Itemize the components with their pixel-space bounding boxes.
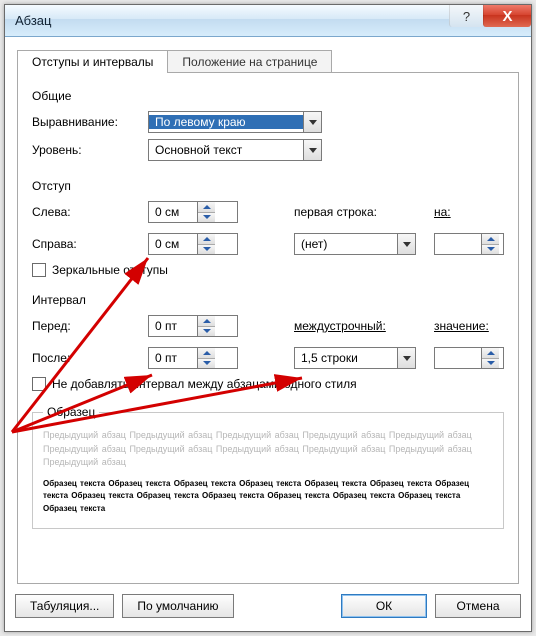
tabs-button[interactable]: Табуляция... (15, 594, 114, 618)
arrow-up-icon (203, 237, 211, 241)
spin-down-button[interactable] (482, 244, 499, 255)
spin-up-button[interactable] (198, 202, 215, 212)
client-area: Отступы и интервалы Положение на страниц… (13, 45, 523, 583)
dialog-window: Абзац ? X Отступы и интервалы Положение … (4, 4, 532, 632)
cancel-button[interactable]: Отмена (435, 594, 521, 618)
indent-right-spinner[interactable]: 0 см (148, 233, 238, 255)
by-spinner[interactable] (434, 233, 504, 255)
noadd-label: Не добавлять интервал между абзацами одн… (52, 377, 357, 391)
tab-indents[interactable]: Отступы и интервалы (17, 50, 168, 73)
default-button[interactable]: По умолчанию (122, 594, 233, 618)
value-spinner[interactable] (434, 347, 504, 369)
help-icon: ? (463, 9, 470, 24)
by-label: на: (434, 205, 504, 219)
after-value[interactable]: 0 пт (149, 348, 197, 368)
after-spinner[interactable]: 0 пт (148, 347, 238, 369)
indent-right-label: Справа: (32, 237, 148, 251)
titlebar[interactable]: Абзац ? X (5, 5, 531, 37)
line-value: 1,5 строки (295, 351, 397, 365)
arrow-down-icon (203, 361, 211, 365)
preview-grey-text: Предыдущий абзац Предыдущий абзац Предыд… (43, 429, 493, 470)
arrow-down-icon (487, 361, 495, 365)
spin-down-button[interactable] (198, 244, 215, 255)
spin-down-button[interactable] (198, 358, 215, 369)
spin-up-button[interactable] (482, 234, 499, 244)
line-combo[interactable]: 1,5 строки (294, 347, 416, 369)
checkbox-box-icon (32, 263, 46, 277)
firstline-value: (нет) (295, 237, 397, 251)
chevron-down-icon (309, 120, 317, 125)
alignment-label: Выравнивание: (32, 115, 148, 129)
value-label: значение: (434, 319, 504, 333)
chevron-down-icon (403, 242, 411, 247)
level-label: Уровень: (32, 143, 148, 157)
before-label: Перед: (32, 319, 148, 333)
help-button[interactable]: ? (449, 5, 483, 27)
arrow-down-icon (203, 329, 211, 333)
value-value[interactable] (435, 348, 481, 368)
chevron-down-icon (309, 148, 317, 153)
firstline-dropdown-button[interactable] (397, 234, 415, 254)
alignment-combo[interactable]: По левому краю (148, 111, 322, 133)
arrow-up-icon (203, 351, 211, 355)
indent-left-spinner[interactable]: 0 см (148, 201, 238, 223)
preview-black-text: Образец текста Образец текста Образец те… (43, 478, 493, 516)
tab-position[interactable]: Положение на странице (167, 50, 332, 73)
spin-up-button[interactable] (482, 348, 499, 358)
window-buttons: ? X (449, 5, 531, 27)
arrow-down-icon (487, 247, 495, 251)
tab-strip: Отступы и интервалы Положение на страниц… (17, 49, 523, 72)
noadd-checkbox[interactable]: Не добавлять интервал между абзацами одн… (32, 377, 504, 391)
window-title: Абзац (15, 13, 51, 28)
arrow-down-icon (203, 247, 211, 251)
line-dropdown-button[interactable] (397, 348, 415, 368)
arrow-up-icon (487, 237, 495, 241)
checkbox-box-icon (32, 377, 46, 391)
arrow-up-icon (487, 351, 495, 355)
dialog-footer: Табуляция... По умолчанию ОК Отмена (15, 591, 521, 621)
before-spinner[interactable]: 0 пт (148, 315, 238, 337)
level-value: Основной текст (149, 143, 303, 157)
line-label: междустрочный: (294, 319, 434, 333)
indent-left-label: Слева: (32, 205, 148, 219)
section-spacing: Интервал (32, 293, 504, 307)
mirror-checkbox[interactable]: Зеркальные отступы (32, 263, 504, 277)
preview-legend: Образец (43, 405, 99, 419)
alignment-dropdown-button[interactable] (303, 112, 321, 132)
preview-fieldset: Образец Предыдущий абзац Предыдущий абза… (32, 405, 504, 529)
after-label: После: (32, 351, 148, 365)
close-icon: X (502, 8, 512, 25)
indent-left-value[interactable]: 0 см (149, 202, 197, 222)
before-value[interactable]: 0 пт (149, 316, 197, 336)
by-value[interactable] (435, 234, 481, 254)
level-dropdown-button[interactable] (303, 140, 321, 160)
section-general: Общие (32, 89, 504, 103)
tab-panel: Общие Выравнивание: По левому краю Урове… (17, 72, 519, 584)
spin-up-button[interactable] (198, 316, 215, 326)
spin-down-button[interactable] (482, 358, 499, 369)
firstline-combo[interactable]: (нет) (294, 233, 416, 255)
arrow-up-icon (203, 319, 211, 323)
alignment-value: По левому краю (149, 115, 303, 129)
firstline-label: первая строка: (294, 205, 434, 219)
spin-down-button[interactable] (198, 326, 215, 337)
section-indent: Отступ (32, 179, 504, 193)
arrow-up-icon (203, 205, 211, 209)
spin-up-button[interactable] (198, 234, 215, 244)
close-button[interactable]: X (483, 5, 531, 27)
chevron-down-icon (403, 356, 411, 361)
spin-up-button[interactable] (198, 348, 215, 358)
level-combo[interactable]: Основной текст (148, 139, 322, 161)
indent-right-value[interactable]: 0 см (149, 234, 197, 254)
arrow-down-icon (203, 215, 211, 219)
mirror-label: Зеркальные отступы (52, 263, 168, 277)
spin-down-button[interactable] (198, 212, 215, 223)
ok-button[interactable]: ОК (341, 594, 427, 618)
